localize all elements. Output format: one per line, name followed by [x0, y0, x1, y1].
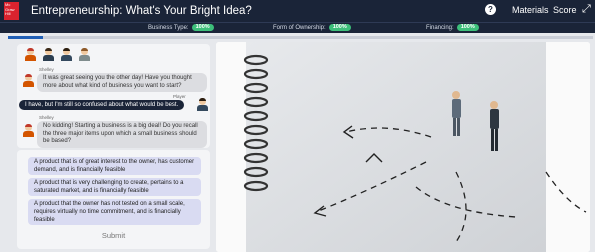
score-button[interactable]: Score: [553, 5, 577, 15]
status-financing: Financing: 100%: [426, 24, 479, 31]
scene-image: [216, 42, 590, 252]
progress-bar: [8, 36, 593, 39]
chat-panel: Shelley It was great seeing you the othe…: [17, 44, 210, 148]
player-avatar: [197, 98, 208, 111]
character-avatar: [43, 48, 54, 61]
progress-fill: [8, 36, 44, 39]
speaker-name: Shelley: [39, 67, 54, 72]
status-form-of-ownership: Form of Ownership: 100%: [273, 24, 351, 31]
character-avatar: [61, 48, 72, 61]
answer-choice[interactable]: A product that is very challenging to cr…: [28, 178, 201, 196]
character-avatar: [79, 48, 90, 61]
speaker-name: Shelley: [39, 115, 54, 120]
expand-icon[interactable]: ⤢: [582, 3, 591, 16]
shelley-avatar: [23, 74, 34, 87]
answer-choice[interactable]: A product that is of great interest to t…: [28, 157, 201, 175]
chat-message: No kidding! Starting a business is a big…: [37, 121, 207, 148]
answer-choice[interactable]: A product that the owner has not tested …: [28, 199, 201, 225]
status-business-type: Business Type: 100%: [148, 24, 214, 31]
speaker-name: Player: [173, 94, 186, 99]
status-bar: Business Type: 100% Form of Ownership: 1…: [0, 22, 595, 33]
top-bar: Mc Graw Hill Entrepreneurship: What's Yo…: [0, 0, 595, 22]
chat-message: I have, but I'm still so confused about …: [19, 100, 185, 110]
character-avatar-shelley: [25, 48, 36, 61]
page-title: Entrepreneurship: What's Your Bright Ide…: [31, 5, 252, 17]
notebook-businessmen-illustration: [216, 42, 590, 252]
help-icon[interactable]: ?: [485, 4, 496, 15]
chat-message: It was great seeing you the other day! H…: [37, 73, 207, 92]
status-badge: 100%: [328, 24, 351, 31]
mcgraw-hill-logo: Mc Graw Hill: [4, 2, 19, 20]
materials-button[interactable]: Materials: [512, 5, 549, 15]
shelley-avatar: [23, 124, 34, 137]
status-badge: 100%: [456, 24, 479, 31]
status-label: Form of Ownership:: [273, 24, 326, 31]
status-label: Business Type:: [148, 24, 189, 31]
answer-panel: A product that is of great interest to t…: [17, 150, 210, 249]
status-badge: 100%: [191, 24, 214, 31]
status-label: Financing:: [426, 24, 454, 31]
submit-button[interactable]: Submit: [17, 231, 210, 240]
